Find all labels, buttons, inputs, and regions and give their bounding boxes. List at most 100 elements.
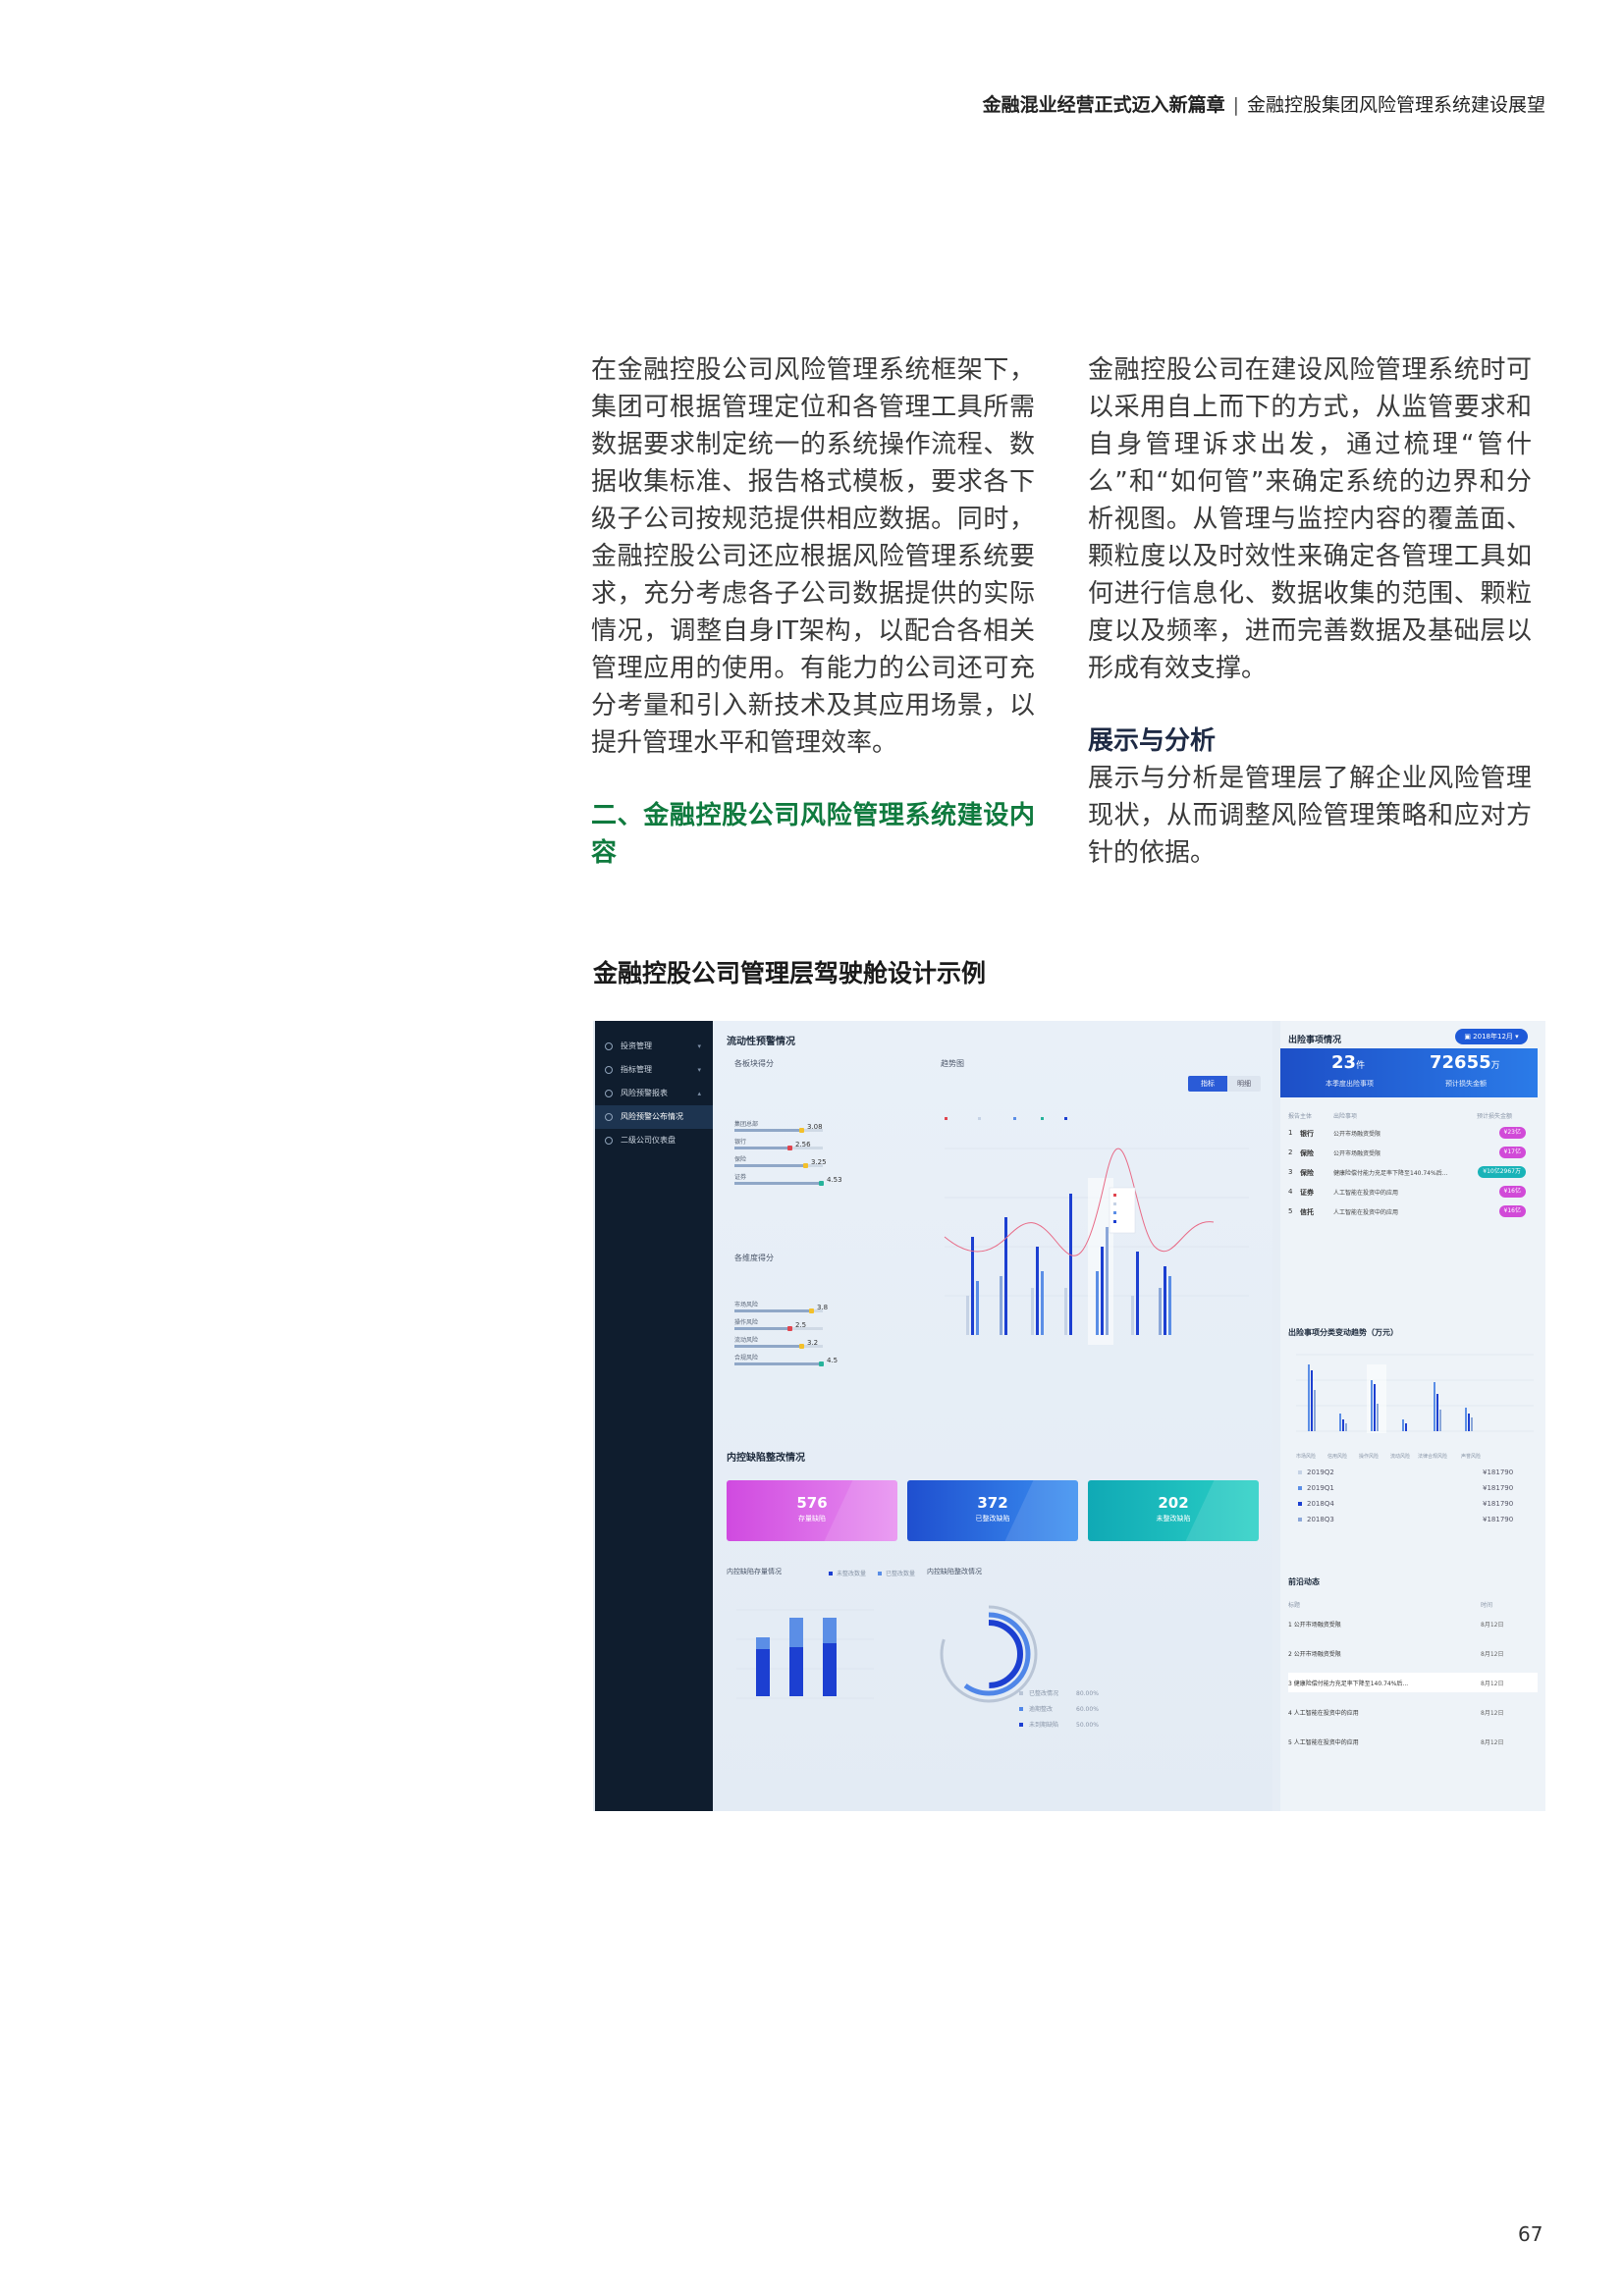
bar	[1405, 1423, 1407, 1431]
news-col-title: 标题	[1288, 1602, 1301, 1609]
menu-icon	[605, 1137, 613, 1145]
score-row-fill	[734, 1362, 821, 1365]
legend-label: 2018Q4	[1307, 1500, 1334, 1508]
sidebar-item-label: 投资管理	[621, 1041, 652, 1050]
event-row[interactable]: 5 信托 人工智能在投资中的应用 ¥16亿	[1288, 1203, 1534, 1223]
kpi-card-stock[interactable]: 576 存量缺陷	[727, 1480, 897, 1541]
score-row-fill	[734, 1345, 801, 1348]
bar	[1439, 1410, 1441, 1431]
score-title-2: 各维度得分	[734, 1254, 774, 1262]
toggle-detail-button[interactable]: 明细	[1227, 1076, 1261, 1092]
trend-legend-row: 2018Q3 ¥181790	[1298, 1516, 1513, 1523]
event-row[interactable]: 2 保险 公开市场融资受限 ¥17亿	[1288, 1145, 1534, 1164]
bar	[1311, 1370, 1313, 1431]
score-row-marker	[809, 1308, 814, 1313]
legend-label: 未整改数量	[837, 1571, 867, 1577]
news-row[interactable]: 3 健康险偿付能力充足率下降至140.74%后... 8月12日	[1288, 1673, 1538, 1692]
category-label: 流动风险	[1390, 1454, 1411, 1460]
news-date: 8月12日	[1481, 1622, 1504, 1629]
toggle-indicator-button[interactable]: 指标	[1188, 1076, 1227, 1092]
ring-legend-value: 60.00%	[1076, 1706, 1099, 1713]
ring-legend-label: 已整改情况	[1029, 1690, 1059, 1697]
bar	[1096, 1271, 1099, 1335]
bar-top	[823, 1618, 837, 1643]
news-row[interactable]: 1 公开市场融资受限 8月12日	[1288, 1614, 1538, 1633]
news-title: 前沿动态	[1288, 1577, 1320, 1586]
event-desc: 健康险偿付能力充足率下降至140.74%后...	[1333, 1170, 1448, 1177]
ring-legend-row: 已整改情况 80.00%	[1019, 1688, 1099, 1697]
score-row-track	[734, 1308, 823, 1313]
news-row[interactable]: 2 公开市场融资受限 8月12日	[1288, 1643, 1538, 1663]
sidebar-item-label: 二级公司仪表盘	[621, 1136, 676, 1145]
bar	[1345, 1423, 1347, 1431]
trend-bars	[966, 1194, 1171, 1335]
news-title-text: 5 人工智能在投资中的应用	[1288, 1739, 1359, 1746]
sidebar-item-risk-report[interactable]: 风险预警报表 ▴	[595, 1082, 713, 1105]
trend-legend-row: 2019Q1 ¥181790	[1298, 1484, 1513, 1492]
ring-chart-title: 内控缺陷整改情况	[927, 1568, 982, 1575]
legend-swatch	[978, 1117, 981, 1120]
news-row[interactable]: 4 人工智能在投资中的应用 8月12日	[1288, 1702, 1538, 1722]
event-rank: 4	[1288, 1188, 1293, 1196]
score-row-label: 流动风险	[734, 1337, 759, 1344]
legend-swatch	[1298, 1502, 1302, 1506]
score-row-fill	[734, 1182, 821, 1185]
trend-legend-row: 2019Q2 ¥181790	[1298, 1468, 1513, 1476]
bar	[1342, 1419, 1344, 1431]
event-row[interactable]: 3 保险 健康险偿付能力充足率下降至140.74%后... ¥10亿2967万	[1288, 1164, 1534, 1184]
chevron-down-icon: ▾	[697, 1042, 701, 1050]
ring-legend-row: 逾期整改 60.00%	[1019, 1704, 1099, 1713]
legend-value: ¥181790	[1483, 1516, 1514, 1523]
bar	[1434, 1382, 1435, 1431]
trend-by-class-title: 出险事项分类变动趋势（万元）	[1288, 1328, 1398, 1337]
bar	[1339, 1414, 1341, 1431]
bar-bottom	[789, 1647, 803, 1696]
defects-title: 内控缺陷整改情况	[727, 1453, 805, 1464]
right-paragraph: 金融控股公司在建设风险管理系统时可以采用自上而下的方式，从监管要求和自身管理诉求…	[1088, 355, 1532, 683]
events-col-amount: 预计损失金额	[1477, 1113, 1513, 1120]
date-picker-button[interactable]: ▣ 2018年12月 ▾	[1455, 1029, 1528, 1044]
figure-caption: 金融控股公司管理层驾驶舱设计示例	[593, 959, 987, 988]
legend-swatch	[1298, 1518, 1302, 1522]
bar	[1041, 1271, 1044, 1335]
event-count-unit: 件	[1356, 1061, 1366, 1071]
legend-label: 2018Q3	[1307, 1516, 1334, 1523]
legend-value: ¥181790	[1483, 1500, 1514, 1508]
sidebar-item-risk-publish[interactable]: 风险预警公布情况	[595, 1105, 713, 1129]
dashboard-right-panel: 出险事项情况 ▣ 2018年12月 ▾ 23件 本季度出险事项 72655万 预…	[1280, 1021, 1545, 1811]
score-row-track	[734, 1326, 823, 1331]
score-row-marker	[787, 1146, 792, 1150]
kpi-card-fixed[interactable]: 372 已整改缺陷	[907, 1480, 1078, 1541]
score-row-value: 3.8	[817, 1304, 829, 1311]
sidebar-item-subsidiary-dashboard[interactable]: 二级公司仪表盘	[595, 1129, 713, 1152]
event-row[interactable]: 4 证券 人工智能在投资中的应用 ¥16亿	[1288, 1184, 1534, 1203]
kpi-card-unfixed[interactable]: 202 未整改缺陷	[1088, 1480, 1259, 1541]
score-row-marker	[787, 1326, 792, 1331]
legend-swatch	[1013, 1117, 1016, 1120]
news-row[interactable]: 5 人工智能在投资中的应用 8月12日	[1288, 1732, 1538, 1751]
score-row-marker	[799, 1344, 804, 1349]
event-rank: 1	[1288, 1129, 1293, 1137]
legend-swatch	[1298, 1486, 1302, 1490]
running-header: 金融混业经营正式迈入新篇章 | 金融控股集团风险管理系统建设展望	[983, 90, 1545, 117]
header-separator: |	[1232, 94, 1239, 116]
bar	[1314, 1390, 1316, 1431]
menu-icon	[605, 1042, 613, 1050]
event-amount-badge: ¥23亿	[1498, 1127, 1526, 1139]
sidebar-item-indicator[interactable]: 指标管理 ▾	[595, 1058, 713, 1082]
tooltip-swatch	[1113, 1211, 1116, 1214]
legend-swatch	[1041, 1117, 1044, 1120]
page-number: 67	[1518, 2222, 1543, 2246]
menu-icon	[605, 1113, 613, 1121]
category-label: 法律合规风险	[1418, 1454, 1448, 1460]
event-row[interactable]: 1 银行 公开市场融资受限 ¥23亿	[1288, 1125, 1534, 1145]
legend-swatch	[1019, 1723, 1023, 1727]
bar	[1000, 1276, 1002, 1335]
score-row-value: 2.56	[795, 1141, 811, 1148]
score-row-fill	[734, 1147, 789, 1149]
legend-swatch	[829, 1572, 833, 1575]
score-row-value: 4.5	[827, 1357, 839, 1364]
dashboard-main: 流动性预警情况 各板块得分 趋势图 指标 明细 集团总部 3.08 银行 2.5…	[713, 1021, 1272, 1811]
bar	[1159, 1288, 1162, 1335]
sidebar-item-investment[interactable]: 投资管理 ▾	[595, 1035, 713, 1058]
